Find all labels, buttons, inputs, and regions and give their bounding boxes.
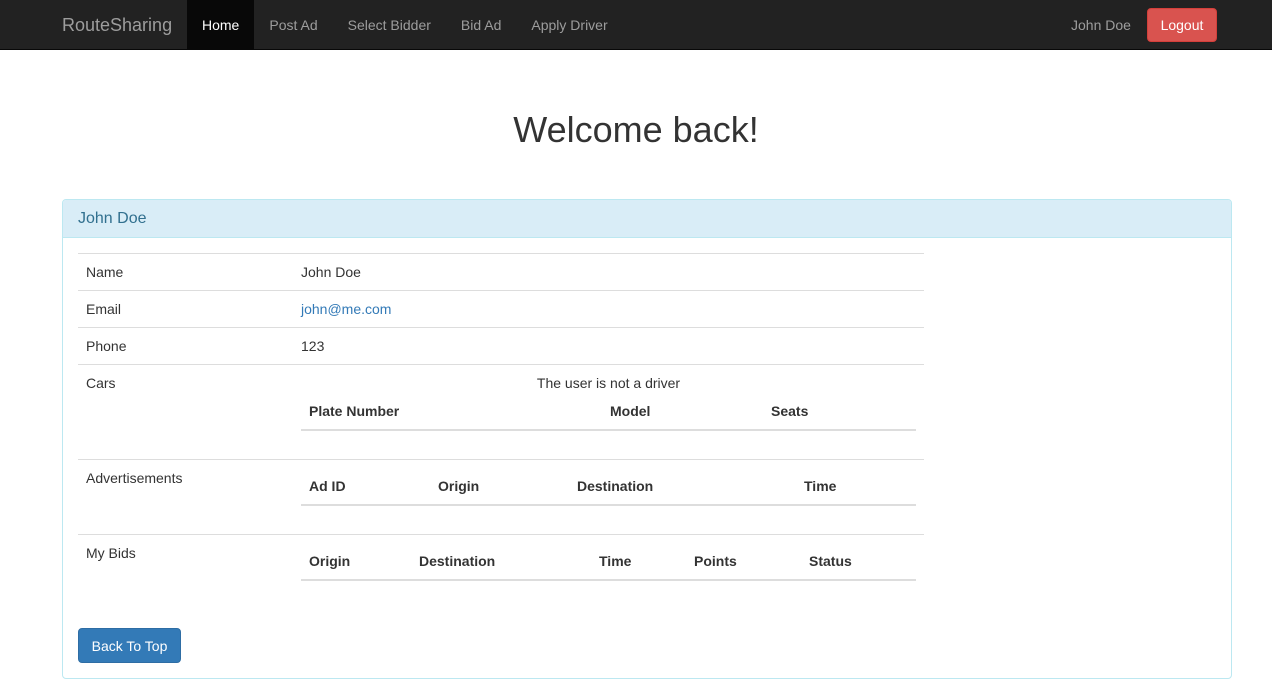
origin-header: Origin: [430, 468, 569, 506]
phone-value: 123: [293, 327, 924, 365]
nav-home[interactable]: Home: [187, 0, 255, 50]
bid-destination-header: Destination: [411, 543, 591, 581]
nav-bid-ad[interactable]: Bid Ad: [446, 0, 516, 50]
time-header: Time: [796, 468, 916, 506]
cars-table: Plate Number Model Seats: [301, 393, 916, 431]
email-label: Email: [78, 290, 293, 328]
not-driver-note: The user is not a driver: [536, 375, 681, 391]
bid-status-header: Status: [801, 543, 916, 581]
row-my-bids: My Bids Origin Destination Time Points S…: [78, 534, 924, 609]
cars-cell: The user is not a driver Plate Number Mo…: [293, 364, 924, 460]
bids-cell: Origin Destination Time Points Status: [293, 534, 924, 609]
logout-button[interactable]: Logout: [1147, 8, 1217, 42]
page-title: Welcome back!: [513, 109, 759, 150]
ads-table: Ad ID Origin Destination Time: [301, 468, 916, 506]
name-label: Name: [78, 253, 293, 291]
destination-header: Destination: [569, 468, 796, 506]
cars-label: Cars: [78, 364, 293, 460]
brand-link[interactable]: RouteSharing: [62, 0, 172, 50]
bid-origin-header: Origin: [301, 543, 411, 581]
nav-select-bidder[interactable]: Select Bidder: [333, 0, 446, 50]
bid-time-header: Time: [591, 543, 686, 581]
name-value: John Doe: [293, 253, 924, 291]
profile-panel: John Doe Name John Doe Email john@me.com…: [62, 199, 1232, 679]
nav-links: Home Post Ad Select Bidder Bid Ad Apply …: [187, 0, 623, 50]
nav-username[interactable]: John Doe: [1071, 0, 1131, 50]
navbar: RouteSharing Home Post Ad Select Bidder …: [0, 0, 1272, 50]
model-header: Model: [602, 393, 763, 431]
seats-header: Seats: [763, 393, 916, 431]
advertisements-label: Advertisements: [78, 459, 293, 535]
ad-id-header: Ad ID: [301, 468, 430, 506]
panel-title: John Doe: [63, 200, 1231, 238]
nav-apply-driver[interactable]: Apply Driver: [516, 0, 622, 50]
bid-points-header: Points: [686, 543, 801, 581]
my-bids-label: My Bids: [78, 534, 293, 609]
row-email: Email john@me.com: [78, 290, 924, 328]
ads-cell: Ad ID Origin Destination Time: [293, 459, 924, 535]
row-phone: Phone 123: [78, 327, 924, 365]
nav-post-ad[interactable]: Post Ad: [254, 0, 332, 50]
plate-number-header: Plate Number: [301, 393, 602, 431]
row-advertisements: Advertisements Ad ID Origin Destination …: [78, 459, 924, 535]
email-cell: john@me.com: [293, 290, 924, 328]
bids-table: Origin Destination Time Points Status: [301, 543, 916, 581]
email-link[interactable]: john@me.com: [301, 301, 391, 317]
phone-label: Phone: [78, 327, 293, 365]
row-name: Name John Doe: [78, 253, 924, 291]
back-to-top-button[interactable]: Back To Top: [78, 628, 181, 663]
row-cars: Cars The user is not a driver Plate Numb…: [78, 364, 924, 460]
profile-table: Name John Doe Email john@me.com Phone 12…: [78, 253, 924, 609]
